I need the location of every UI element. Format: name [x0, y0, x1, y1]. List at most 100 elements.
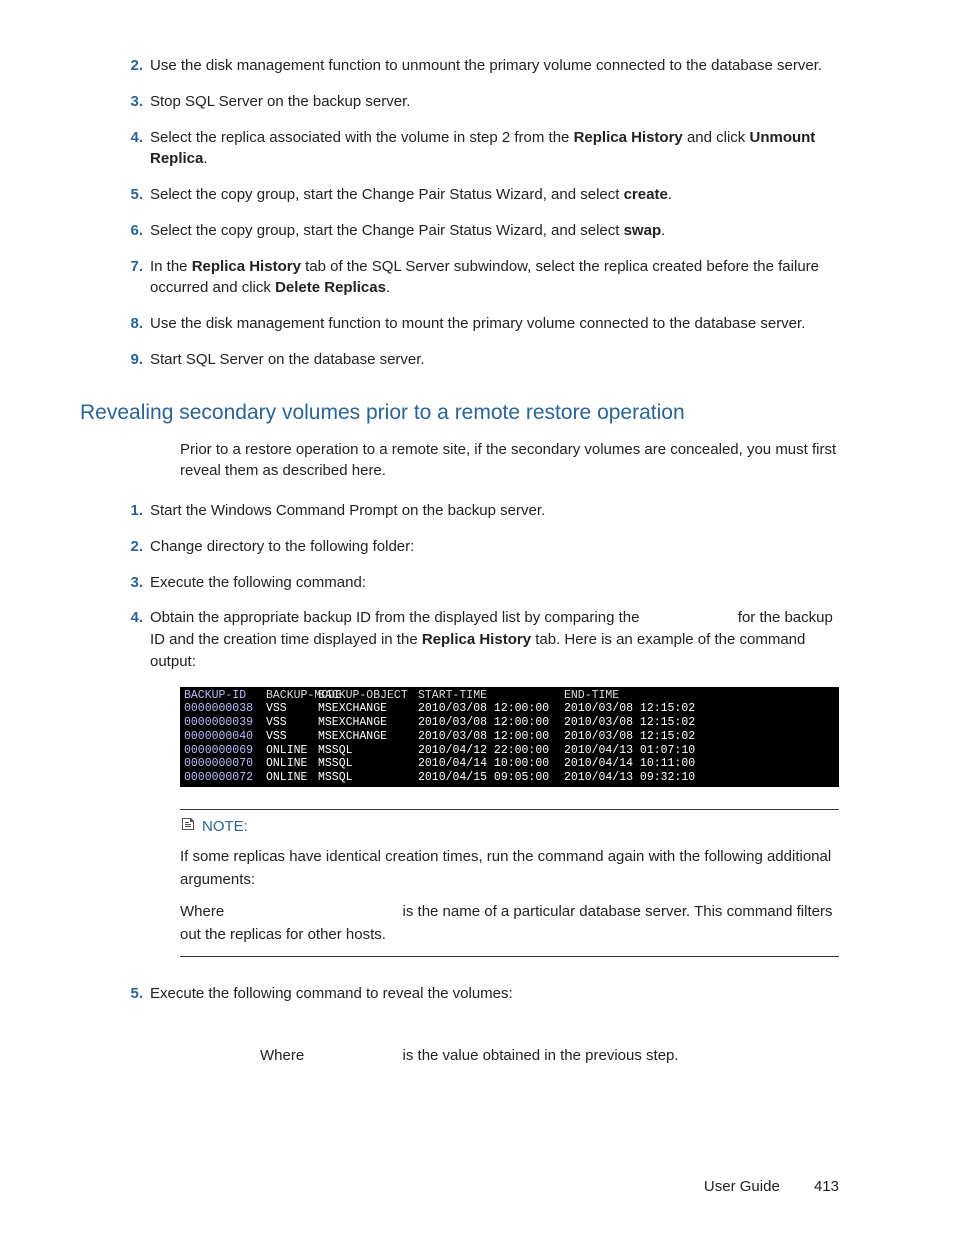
step-number: 5.: [115, 983, 143, 1005]
cell: 0000000069: [184, 744, 266, 758]
cell: 0000000070: [184, 757, 266, 771]
list-item: 1.Start the Windows Command Prompt on th…: [150, 500, 839, 522]
step-text: Execute the following command to reveal …: [150, 985, 513, 1002]
list-item: 6.Select the copy group, start the Chang…: [150, 220, 839, 242]
step-number: 1.: [115, 500, 143, 522]
cell: ONLINE: [266, 744, 318, 758]
step-text: In the Replica History tab of the SQL Se…: [150, 258, 819, 297]
cell: 2010/04/13 09:32:10: [564, 771, 710, 785]
footer-page-number: 413: [814, 1178, 839, 1195]
step-number: 9.: [115, 349, 143, 371]
cell: 2010/03/08 12:00:00: [418, 716, 564, 730]
tail-line: Where is the value obtained in the previ…: [260, 1045, 839, 1068]
note-where-suffix: is the name of a particular database ser…: [180, 903, 832, 943]
cell: MSSQL: [318, 744, 418, 758]
cell: 2010/03/08 12:00:00: [418, 702, 564, 716]
col-header: BACKUP-MODE: [266, 689, 318, 703]
note-box: NOTE: If some replicas have identical cr…: [180, 809, 839, 957]
table-row: 0000000040VSSMSEXCHANGE2010/03/08 12:00:…: [184, 730, 835, 744]
list-item: 4.Select the replica associated with the…: [150, 127, 839, 171]
note-paragraph-2: Where is the name of a particular databa…: [180, 901, 839, 946]
list-item: 8.Use the disk management function to mo…: [150, 313, 839, 335]
step-number: 2.: [115, 55, 143, 77]
section-intro: Prior to a restore operation to a remote…: [180, 439, 839, 483]
step-text: Stop SQL Server on the backup server.: [150, 93, 410, 110]
cell: 0000000040: [184, 730, 266, 744]
list-item: 2.Change directory to the following fold…: [150, 536, 839, 558]
step-text: Start SQL Server on the database server.: [150, 351, 425, 368]
table-header: BACKUP-IDBACKUP-MODEBACKUP-OBJECTSTART-T…: [184, 689, 835, 703]
col-header: BACKUP-OBJECT: [318, 689, 418, 703]
step-number: 4.: [115, 607, 143, 629]
list-item: 5.Select the copy group, start the Chang…: [150, 184, 839, 206]
col-header: END-TIME: [564, 689, 710, 703]
col-header: START-TIME: [418, 689, 564, 703]
table-row: 0000000072ONLINEMSSQL2010/04/15 09:05:00…: [184, 771, 835, 785]
cell: 0000000039: [184, 716, 266, 730]
page-footer: User Guide 413: [704, 1178, 839, 1195]
col-header: BACKUP-ID: [184, 689, 266, 703]
step-number: 8.: [115, 313, 143, 335]
step-text: Obtain the appropriate backup ID from th…: [150, 609, 833, 670]
cell: 2010/04/14 10:11:00: [564, 757, 710, 771]
step-text: Change directory to the following folder…: [150, 538, 414, 555]
steps-list-reveal: 1. Start the Windows Command Prompt on th…: [80, 500, 839, 673]
step-text: Use the disk management function to moun…: [150, 315, 805, 332]
list-item: 2.Use the disk management function to un…: [150, 55, 839, 77]
list-item: 3.Stop SQL Server on the backup server.: [150, 91, 839, 113]
note-icon: [180, 816, 196, 836]
cell: MSEXCHANGE: [318, 730, 418, 744]
cell: 2010/03/08 12:15:02: [564, 716, 710, 730]
cell: 2010/03/08 12:15:02: [564, 702, 710, 716]
cell: MSSQL: [318, 757, 418, 771]
command-output-table: BACKUP-IDBACKUP-MODEBACKUP-OBJECTSTART-T…: [180, 687, 839, 788]
cell: VSS: [266, 730, 318, 744]
tail-where-suffix: is the value obtained in the previous st…: [403, 1047, 679, 1064]
cell: 2010/04/12 22:00:00: [418, 744, 564, 758]
step-number: 4.: [115, 127, 143, 149]
step-number: 3.: [115, 572, 143, 594]
table-row: 0000000069ONLINEMSSQL2010/04/12 22:00:00…: [184, 744, 835, 758]
cell: 2010/03/08 12:00:00: [418, 730, 564, 744]
list-item: 9.Start SQL Server on the database serve…: [150, 349, 839, 371]
cell: MSSQL: [318, 771, 418, 785]
tail-where-prefix: Where: [260, 1047, 308, 1064]
cell: 0000000038: [184, 702, 266, 716]
cell: VSS: [266, 702, 318, 716]
footer-title: User Guide: [704, 1178, 780, 1195]
cell: 2010/04/13 01:07:10: [564, 744, 710, 758]
step-number: 3.: [115, 91, 143, 113]
cell: 2010/04/15 09:05:00: [418, 771, 564, 785]
steps-list-top: 2. Use the disk management function to un…: [80, 55, 839, 371]
list-item: 7.In the Replica History tab of the SQL …: [150, 256, 839, 300]
list-item: 4.Obtain the appropriate backup ID from …: [150, 607, 839, 672]
table-row: 0000000038VSSMSEXCHANGE2010/03/08 12:00:…: [184, 702, 835, 716]
note-where-prefix: Where: [180, 903, 228, 920]
list-item: 3.Execute the following command:: [150, 572, 839, 594]
note-label-text: NOTE:: [202, 818, 248, 835]
cell: ONLINE: [266, 771, 318, 785]
step-number: 7.: [115, 256, 143, 278]
step-text: Select the copy group, start the Change …: [150, 222, 665, 239]
step-number: 5.: [115, 184, 143, 206]
step-number: 2.: [115, 536, 143, 558]
cell: ONLINE: [266, 757, 318, 771]
step-number: 6.: [115, 220, 143, 242]
cell: 2010/03/08 12:15:02: [564, 730, 710, 744]
section-heading: Revealing secondary volumes prior to a r…: [80, 401, 839, 425]
list-item: 5.Execute the following command to revea…: [150, 983, 839, 1005]
step-text: Execute the following command:: [150, 574, 366, 591]
cell: MSEXCHANGE: [318, 702, 418, 716]
step-text: Start the Windows Command Prompt on the …: [150, 502, 545, 519]
steps-list-reveal-cont: 5. Execute the following command to revea…: [80, 983, 839, 1005]
step-text: Select the copy group, start the Change …: [150, 186, 672, 203]
table-row: 0000000039VSSMSEXCHANGE2010/03/08 12:00:…: [184, 716, 835, 730]
note-paragraph-1: If some replicas have identical creation…: [180, 846, 839, 891]
cell: VSS: [266, 716, 318, 730]
cell: 0000000072: [184, 771, 266, 785]
step-text: Select the replica associated with the v…: [150, 129, 815, 168]
cell: 2010/04/14 10:00:00: [418, 757, 564, 771]
cell: MSEXCHANGE: [318, 716, 418, 730]
table-row: 0000000070ONLINEMSSQL2010/04/14 10:00:00…: [184, 757, 835, 771]
step-text: Use the disk management function to unmo…: [150, 57, 822, 74]
